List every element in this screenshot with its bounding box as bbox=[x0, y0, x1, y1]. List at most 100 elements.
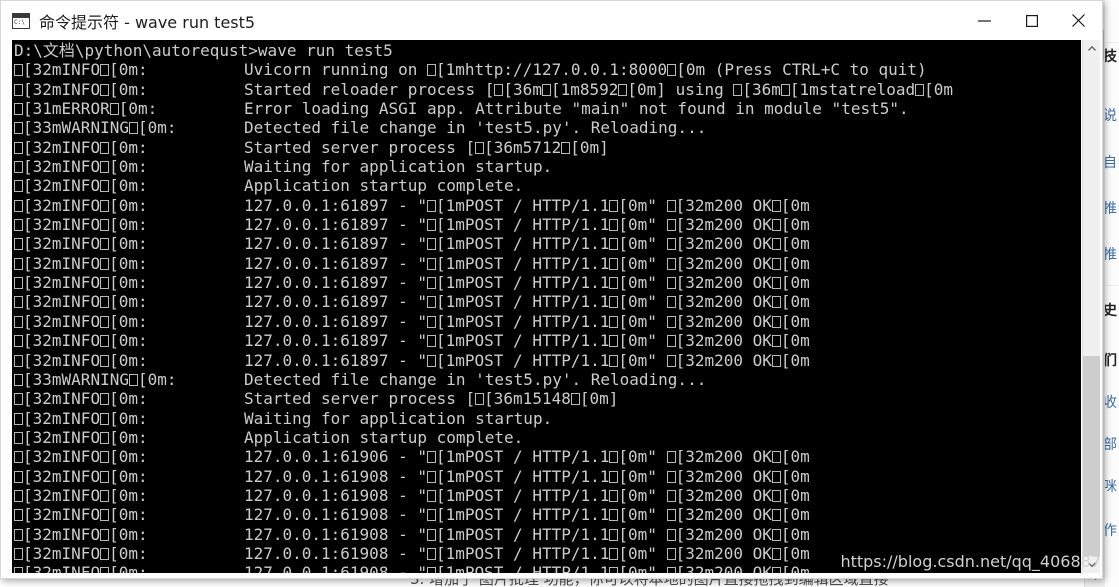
window-title: 命令提示符 - wave run test5 bbox=[39, 12, 256, 32]
escape-glyph bbox=[426, 238, 436, 251]
terminal-output-area[interactable]: D:\文档\python\autorequst>wave run test5 [3… bbox=[12, 40, 1081, 573]
escape-glyph bbox=[100, 315, 110, 328]
terminal-log-line: [32mINFO [0m: 127.0.0.1:61897 - " [1mPOST … bbox=[14, 234, 1081, 253]
escape-glyph bbox=[609, 528, 619, 541]
terminal-log-line: [32mINFO [0m: 127.0.0.1:61897 - " [1mPOST … bbox=[14, 196, 1081, 215]
escape-glyph bbox=[609, 470, 619, 483]
escape-glyph bbox=[771, 489, 781, 502]
console-scroll-thumb[interactable] bbox=[1083, 356, 1100, 556]
escape-glyph bbox=[100, 83, 110, 96]
sidebar-item-1[interactable]: 说 bbox=[1105, 105, 1117, 125]
terminal-log-line: [32mINFO [0m: Application startup complet… bbox=[14, 428, 1081, 447]
escape-glyph bbox=[475, 393, 485, 406]
escape-glyph bbox=[666, 296, 676, 309]
terminal-log-line: [33mWARNING [0m: Detected file change in … bbox=[14, 118, 1081, 137]
sidebar-divider-2 bbox=[1105, 285, 1119, 286]
escape-glyph bbox=[14, 180, 23, 193]
escape-glyph bbox=[771, 199, 781, 212]
terminal-log-line: [32mINFO [0m: 127.0.0.1:61897 - " [1mPOST … bbox=[14, 331, 1081, 350]
escape-glyph bbox=[14, 64, 23, 77]
escape-glyph bbox=[666, 354, 676, 367]
escape-glyph bbox=[426, 277, 436, 290]
terminal-prompt-line: D:\文档\python\autorequst>wave run test5 bbox=[14, 41, 393, 60]
escape-glyph bbox=[771, 257, 781, 270]
escape-glyph bbox=[666, 470, 676, 483]
terminal-log-line: [32mINFO [0m: Uvicorn running on [1mhttp:… bbox=[14, 60, 1081, 79]
sidebar-item-9[interactable]: 咪 bbox=[1105, 476, 1117, 496]
escape-glyph bbox=[666, 277, 676, 290]
escape-glyph bbox=[771, 451, 781, 464]
escape-glyph bbox=[14, 412, 23, 425]
sidebar-item-10[interactable]: 作 bbox=[1105, 520, 1117, 540]
escape-glyph bbox=[666, 528, 676, 541]
escape-glyph bbox=[609, 451, 619, 464]
escape-glyph bbox=[100, 296, 110, 309]
escape-glyph bbox=[426, 315, 436, 328]
escape-glyph bbox=[14, 567, 23, 573]
escape-glyph bbox=[666, 547, 676, 560]
terminal-log-line: [32mINFO [0m: 127.0.0.1:61906 - " [1mPOST … bbox=[14, 447, 1081, 466]
sidebar-item-0[interactable]: 技 bbox=[1105, 46, 1117, 66]
escape-glyph bbox=[14, 451, 23, 464]
escape-glyph bbox=[771, 219, 781, 232]
terminal-log-line: [32mINFO [0m: 127.0.0.1:61908 - " [1mPOST … bbox=[14, 467, 1081, 486]
terminal-lines: D:\文档\python\autorequst>wave run test5 [3… bbox=[14, 41, 1081, 573]
terminal-log-line: [32mINFO [0m: Waiting for application sta… bbox=[14, 157, 1081, 176]
escape-glyph bbox=[771, 509, 781, 522]
close-button[interactable] bbox=[1055, 1, 1102, 40]
escape-glyph bbox=[100, 489, 110, 502]
escape-glyph bbox=[128, 122, 138, 135]
escape-glyph bbox=[100, 219, 110, 232]
escape-glyph bbox=[14, 470, 23, 483]
escape-glyph bbox=[100, 509, 110, 522]
window-title-bar[interactable]: 命令提示符 - wave run test5 bbox=[1, 1, 1102, 40]
terminal-log-line: [32mINFO [0m: Started server process [[36… bbox=[14, 138, 1081, 157]
background-sidebar: 技 说 自 推 推 史 们 收 部 咪 作 bbox=[1105, 0, 1119, 587]
escape-glyph bbox=[426, 509, 436, 522]
escape-glyph bbox=[426, 567, 436, 573]
escape-glyph bbox=[666, 567, 676, 573]
terminal-log-line: [32mINFO [0m: 127.0.0.1:61897 - " [1mPOST … bbox=[14, 273, 1081, 292]
window-controls[interactable] bbox=[961, 1, 1102, 40]
escape-glyph bbox=[100, 180, 110, 193]
console-scrollbar[interactable] bbox=[1082, 40, 1100, 573]
console-scroll-up-icon[interactable] bbox=[1083, 40, 1100, 57]
escape-glyph bbox=[771, 567, 781, 573]
escape-glyph bbox=[14, 83, 23, 96]
sidebar-item-7[interactable]: 收 bbox=[1105, 392, 1117, 412]
sidebar-divider bbox=[1105, 42, 1119, 43]
sidebar-item-2[interactable]: 自 bbox=[1105, 152, 1117, 172]
escape-glyph bbox=[561, 141, 571, 154]
escape-glyph bbox=[128, 373, 138, 386]
terminal-log-line: [32mINFO [0m: 127.0.0.1:61908 - " [1mPOST … bbox=[14, 525, 1081, 544]
escape-glyph bbox=[14, 296, 23, 309]
sidebar-item-4[interactable]: 推 bbox=[1105, 244, 1117, 264]
escape-glyph bbox=[14, 257, 23, 270]
terminal-log-line: [32mINFO [0m: 127.0.0.1:61897 - " [1mPOST … bbox=[14, 312, 1081, 331]
sidebar-item-3[interactable]: 推 bbox=[1105, 198, 1117, 218]
sidebar-item-6[interactable]: 们 bbox=[1105, 350, 1117, 370]
watermark-url: https://blog.csdn.net/qq_406887 bbox=[840, 552, 1101, 571]
escape-glyph bbox=[14, 103, 23, 116]
escape-glyph bbox=[14, 161, 23, 174]
escape-glyph bbox=[100, 257, 110, 270]
escape-glyph bbox=[100, 354, 110, 367]
minimize-button[interactable] bbox=[961, 1, 1008, 40]
escape-glyph bbox=[426, 354, 436, 367]
sidebar-item-5[interactable]: 史 bbox=[1105, 300, 1117, 320]
escape-glyph bbox=[100, 451, 110, 464]
command-prompt-window[interactable]: 命令提示符 - wave run test5 D:\文档\python\auto… bbox=[0, 0, 1103, 579]
escape-glyph bbox=[666, 219, 676, 232]
escape-glyph bbox=[14, 199, 23, 212]
escape-glyph bbox=[100, 528, 110, 541]
sidebar-item-8[interactable]: 部 bbox=[1105, 434, 1117, 454]
escape-glyph bbox=[14, 335, 23, 348]
escape-glyph bbox=[771, 354, 781, 367]
escape-glyph bbox=[609, 547, 619, 560]
maximize-button[interactable] bbox=[1008, 1, 1055, 40]
escape-glyph bbox=[426, 528, 436, 541]
escape-glyph bbox=[666, 315, 676, 328]
terminal-log-line: [32mINFO [0m: Started server process [[36… bbox=[14, 389, 1081, 408]
escape-glyph bbox=[426, 257, 436, 270]
escape-glyph bbox=[667, 64, 677, 77]
